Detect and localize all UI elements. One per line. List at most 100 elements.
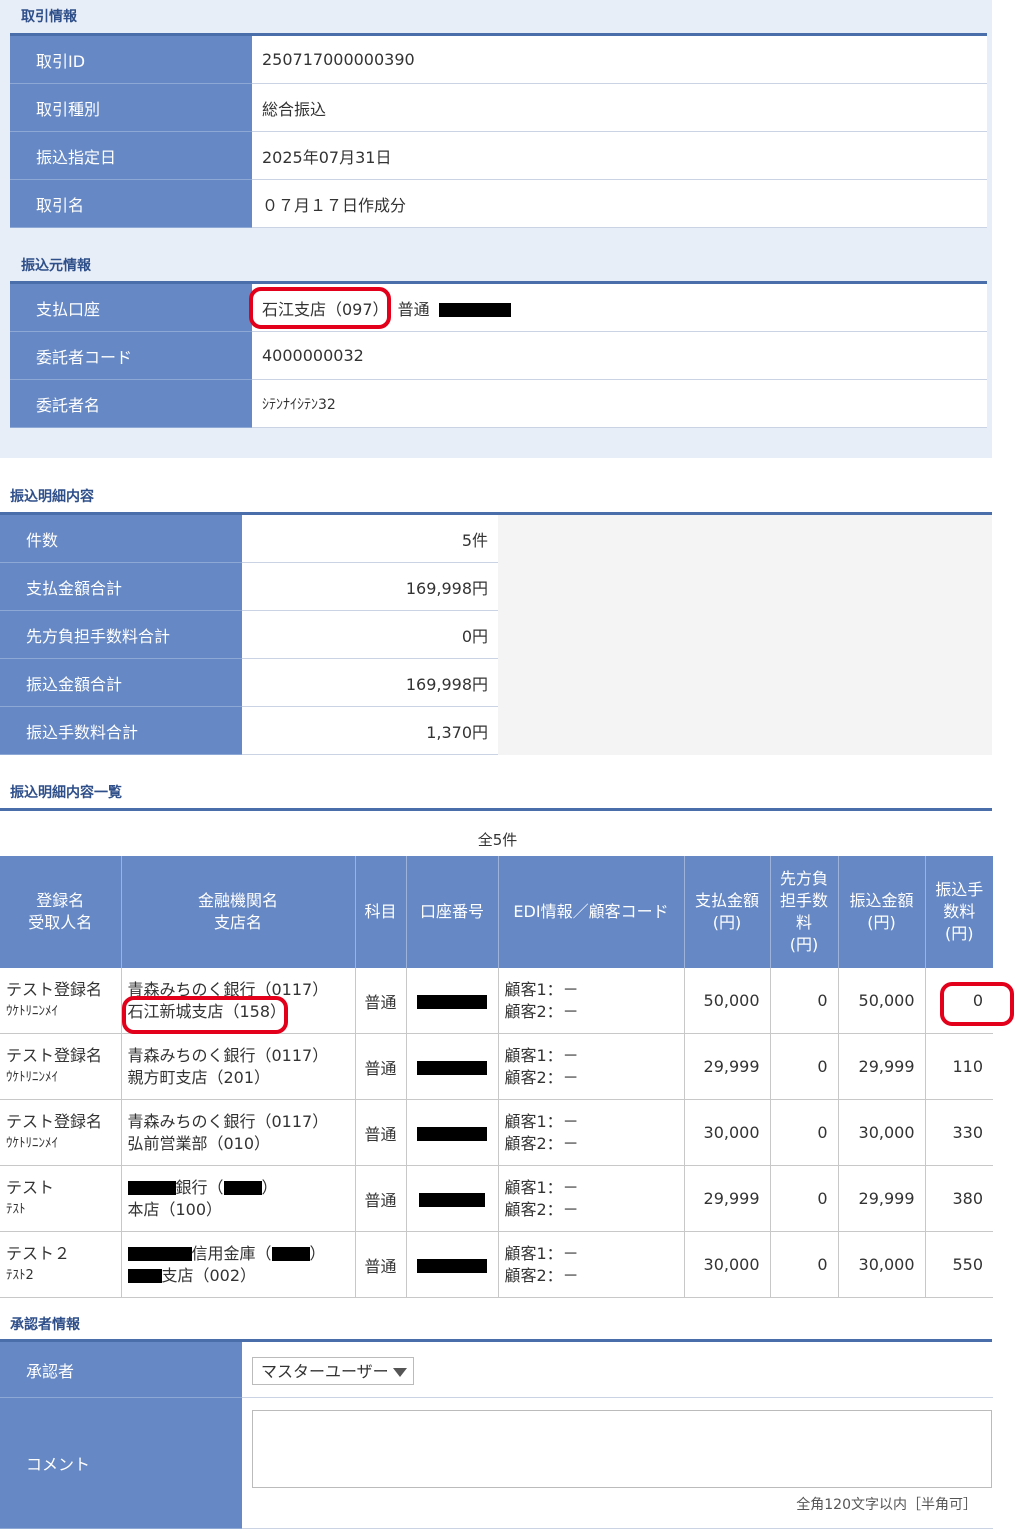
summary-section-title: 振込明細内容: [10, 489, 94, 505]
list-section-title: 振込明細内容一覧: [10, 785, 122, 801]
row-label: 振込指定日: [10, 131, 252, 180]
row-label: 支払口座: [10, 284, 252, 332]
col-header-type: 科目: [355, 856, 407, 968]
row-label: コメント: [0, 1397, 242, 1529]
cell-type: 普通: [355, 1099, 407, 1166]
account-type: 普通: [397, 299, 430, 319]
cell-edi: 顧客1：－ 顧客2：－: [498, 1231, 685, 1298]
payment-account-value: 石江支店（097） 普通: [252, 284, 987, 332]
cell-type: 普通: [355, 1231, 407, 1298]
cell-bank: 銀行（） 本店（100）: [121, 1165, 356, 1232]
source-table: 支払口座 石江支店（097） 普通 委託者コード 4000000032 委託者名…: [10, 284, 987, 428]
redacted-account-number: [417, 1060, 487, 1075]
cell-pay: 30,000: [684, 1099, 771, 1166]
row-label: 取引名: [10, 179, 252, 228]
col-header-bank: 金融機関名 支店名: [121, 856, 356, 968]
row-label: 支払金額合計: [0, 562, 242, 611]
cell-name: テスト登録名 ｳｹﾄﾘﾆﾝﾒｲ: [0, 1099, 122, 1166]
transfer-detail-list: 登録名 受取人名 金融機関名 支店名 科目 口座番号 EDI情報／顧客コード 支払金…: [0, 856, 993, 1298]
row-label: 振込金額合計: [0, 658, 242, 707]
transaction-id-value: 250717000000390: [252, 36, 987, 84]
cell-type: 普通: [355, 1033, 407, 1100]
approver-row: 承認者: [0, 1342, 993, 1398]
payee-fee-total-value: 0円: [242, 610, 498, 659]
col-header-pay: 支払金額 (円): [684, 856, 771, 968]
cell-account: [406, 1033, 499, 1100]
cell-edi: 顧客1：－ 顧客2：－: [498, 1165, 685, 1232]
table-row: テスト ﾃｽﾄ 銀行（） 本店（100） 普通 顧客1：－ 顧客2：－ 29,999…: [0, 1165, 993, 1232]
record-count: 全5件: [477, 831, 518, 849]
cell-transfer-fee: 0: [925, 968, 993, 1034]
table-row: テスト登録名 ｳｹﾄﾘﾆﾝﾒｲ 青森みちのく銀行（0117） 弘前営業部（010） …: [0, 1099, 993, 1166]
col-header-payee-fee: 先方負 担手数料 (円): [770, 856, 839, 968]
approver-section-title: 承認者情報: [10, 1317, 80, 1333]
cell-bank: 青森みちのく銀行（0117） 弘前営業部（010）: [121, 1099, 356, 1166]
section-divider: [0, 808, 992, 811]
cell-amount: 29,999: [838, 1165, 926, 1232]
redacted-bank-code: [223, 1181, 262, 1195]
cell-pay: 30,000: [684, 1231, 771, 1298]
row-label: 振込手数料合計: [0, 706, 242, 755]
source-row: 委託者コード 4000000032: [10, 331, 987, 380]
account-branch: 石江支店（097）: [262, 299, 389, 319]
redacted-account-number: [438, 303, 511, 317]
comment-hint: 全角120文字以内［半角可］: [796, 1497, 977, 1513]
cell-account: [406, 1099, 499, 1166]
transaction-table: 取引ID 250717000000390 取引種別 総合振込 振込指定日 202…: [10, 36, 987, 228]
transaction-row: 取引ID 250717000000390: [10, 36, 987, 84]
table-row: テスト２ ﾃｽﾄ2 信用金庫（） 支店（002） 普通 顧客1：－ 顧客2：－ 30…: [0, 1231, 993, 1298]
redacted-account-number: [417, 1258, 487, 1273]
col-header-account: 口座番号: [406, 856, 499, 968]
transfer-date-value: 2025年07月31日: [252, 131, 987, 180]
cell-transfer-fee: 110: [925, 1033, 993, 1100]
cell-payee-fee: 0: [770, 1033, 839, 1100]
cell-bank: 青森みちのく銀行（0117） 石江新城支店（158）: [121, 968, 356, 1034]
transaction-section-title: 取引情報: [21, 9, 77, 25]
consignor-code-value: 4000000032: [252, 331, 987, 380]
cell-pay: 29,999: [684, 1165, 771, 1232]
cell-type: 普通: [355, 968, 407, 1034]
row-label: 先方負担手数料合計: [0, 610, 242, 659]
redacted-account-number: [417, 994, 487, 1009]
transfer-fee-total-value: 1,370円: [242, 706, 498, 755]
cell-pay: 50,000: [684, 968, 771, 1034]
cell-type: 普通: [355, 1165, 407, 1232]
cell-account: [406, 968, 499, 1034]
cell-account: [406, 1165, 499, 1232]
cell-name: テスト登録名 ｳｹﾄﾘﾆﾝﾒｲ: [0, 1033, 122, 1100]
comment-textarea[interactable]: [252, 1410, 992, 1488]
transaction-name-value: ０７月１７日作成分: [252, 179, 987, 228]
cell-name: テスト ﾃｽﾄ: [0, 1165, 122, 1232]
transaction-type-value: 総合振込: [252, 83, 987, 132]
cell-payee-fee: 0: [770, 1165, 839, 1232]
row-label: 取引ID: [10, 36, 252, 84]
summary-table: 件数 5件 支払金額合計 169,998円 先方負担手数料合計 0円 振込金額合…: [0, 515, 992, 755]
cell-amount: 30,000: [838, 1099, 926, 1166]
cell-payee-fee: 0: [770, 968, 839, 1034]
source-section-title: 振込元情報: [21, 258, 91, 274]
cell-amount: 29,999: [838, 1033, 926, 1100]
cell-name: テスト登録名 ｳｹﾄﾘﾆﾝﾒｲ: [0, 968, 122, 1034]
cell-transfer-fee: 330: [925, 1099, 993, 1166]
cell-payee-fee: 0: [770, 1231, 839, 1298]
consignor-name-value: ｼﾃﾝﾅｲｼﾃﾝ32: [252, 379, 987, 428]
cell-pay: 29,999: [684, 1033, 771, 1100]
approver-select[interactable]: マスターユーザー: [252, 1357, 414, 1385]
cell-amount: 30,000: [838, 1231, 926, 1298]
row-label: 委託者コード: [10, 331, 252, 380]
cell-bank: 青森みちのく銀行（0117） 親方町支店（201）: [121, 1033, 356, 1100]
redacted-account-number: [419, 1192, 485, 1207]
col-header-amount: 振込金額 (円): [838, 856, 926, 968]
redacted-branch-name: [127, 1269, 162, 1283]
row-label: 件数: [0, 515, 242, 563]
col-header-edi: EDI情報／顧客コード: [498, 856, 685, 968]
approver-select-value: マスターユーザー: [261, 1362, 389, 1381]
cell-payee-fee: 0: [770, 1099, 839, 1166]
row-label: 委託者名: [10, 379, 252, 428]
table-row: テスト登録名 ｳｹﾄﾘﾆﾝﾒｲ 青森みちのく銀行（0117） 親方町支店（201） …: [0, 1033, 993, 1100]
payment-total-value: 169,998円: [242, 562, 498, 611]
transaction-row: 振込指定日 2025年07月31日: [10, 131, 987, 180]
count-value: 5件: [242, 515, 498, 563]
cell-edi: 顧客1：－ 顧客2：－: [498, 1033, 685, 1100]
source-row: 委託者名 ｼﾃﾝﾅｲｼﾃﾝ32: [10, 379, 987, 428]
